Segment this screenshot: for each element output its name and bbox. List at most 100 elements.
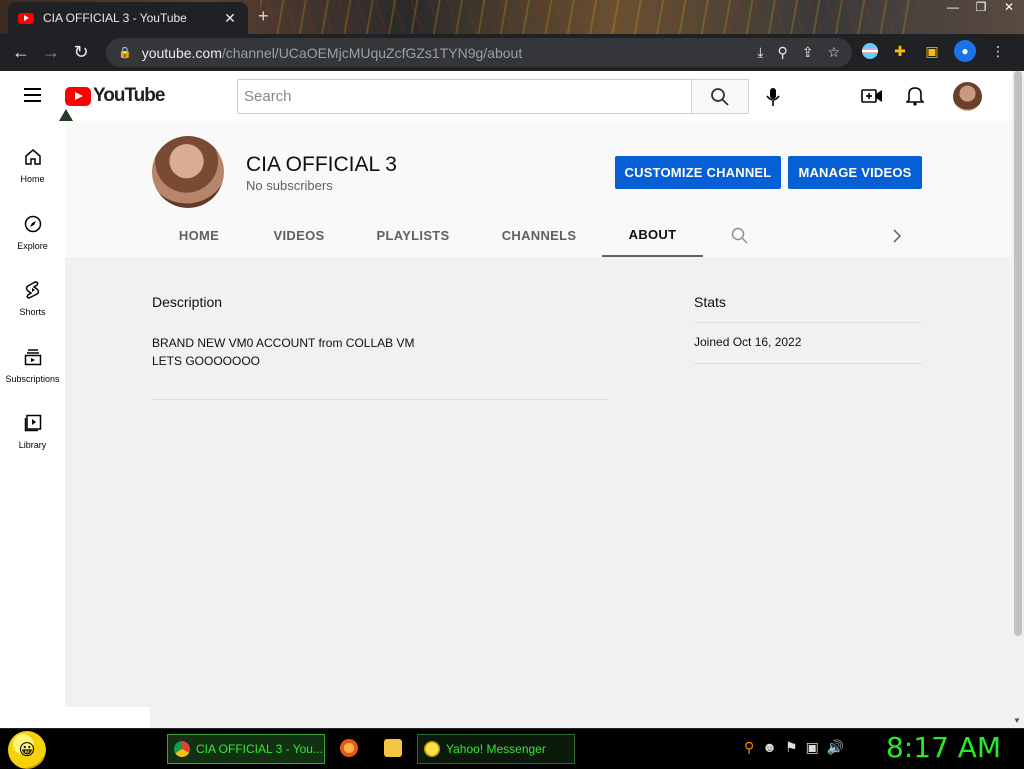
side-panel-icon[interactable]: ▣	[922, 41, 942, 61]
forward-arrow-icon[interactable]: →	[36, 42, 66, 63]
search-button[interactable]	[691, 79, 749, 114]
taskbar-chrome-window[interactable]: CIA OFFICIAL 3 - You...	[167, 734, 325, 764]
stats-heading: Stats	[694, 294, 726, 310]
close-window-icon[interactable]: ✕	[998, 0, 1020, 14]
shorts-icon	[22, 279, 44, 301]
subscriptions-icon	[22, 346, 44, 368]
divider	[694, 363, 922, 364]
lock-icon[interactable]: 🔒	[118, 46, 132, 59]
network-icon[interactable]: ▣	[806, 739, 819, 756]
pride-flag-extension-icon[interactable]	[862, 43, 878, 59]
bookmark-star-icon[interactable]: ☆	[827, 44, 840, 61]
url-host: youtube.com	[141, 44, 222, 61]
notifications-button[interactable]	[903, 84, 927, 108]
url-text[interactable]: youtube.com/channel/UCaOEMjcMUquZcfGZs1T…	[142, 45, 758, 61]
restore-icon[interactable]: ❐	[970, 0, 992, 14]
address-bar[interactable]: 🔒 youtube.com/channel/UCaOEMjcMUquZcfGZs…	[106, 38, 852, 67]
tab-close-icon[interactable]: ✕	[222, 10, 238, 27]
tab-about[interactable]: ABOUT	[602, 214, 703, 257]
sidebar-item-label: Library	[18, 440, 47, 450]
mini-guide-sidebar: Home Explore Shorts Subscriptions Librar…	[0, 121, 65, 728]
share-icon[interactable]: ⇪	[802, 44, 814, 61]
tabs-scroll-right-button[interactable]	[885, 214, 909, 257]
description-text: BRAND NEW VM0 ACCOUNT from COLLAB VM LET…	[152, 334, 415, 370]
install-app-icon[interactable]: ⤓	[757, 44, 763, 61]
yahoo-messenger-icon	[424, 741, 440, 757]
youtube-logo[interactable]: YouTube	[65, 85, 165, 107]
url-path: /channel/UCaOEMjcMUquZcfGZs1TYN9g/about	[221, 44, 523, 61]
description-heading: Description	[152, 294, 223, 310]
chrome-icon	[174, 741, 190, 757]
search-icon	[731, 227, 748, 244]
sidebar-item-subscriptions[interactable]: Subscriptions	[0, 338, 65, 398]
channel-search-button[interactable]	[725, 214, 755, 257]
bell-icon	[906, 87, 924, 106]
profile-icon[interactable]: ●	[954, 40, 976, 62]
taskbar-clock[interactable]: 8:17 AM	[886, 731, 1001, 764]
messenger-tray-icon[interactable]: ☻	[762, 739, 777, 756]
chrome-menu-icon[interactable]: ⋮	[988, 41, 1008, 61]
tab-channels[interactable]: CHANNELS	[489, 214, 589, 257]
taskbar-yahoo-label: Yahoo! Messenger	[446, 742, 546, 756]
channel-tabs: HOME VIDEOS PLAYLISTS CHANNELS ABOUT	[65, 214, 1012, 257]
browser-toolbar: ← → ↻ 🔒 youtube.com/channel/UCaOEMjcMUqu…	[0, 34, 1024, 71]
video-camera-add-icon	[861, 89, 882, 103]
joined-date: Joined Oct 16, 2022	[694, 335, 802, 349]
reload-icon[interactable]: ↻	[66, 42, 96, 63]
system-tray: ⚲ ☻ ⚑ ▣ 🔊	[744, 739, 844, 756]
page-artifact	[65, 707, 150, 728]
taskbar-chrome-label: CIA OFFICIAL 3 - You...	[196, 742, 323, 756]
sidebar-item-explore[interactable]: Explore	[0, 205, 65, 265]
microphone-icon	[766, 88, 780, 106]
account-avatar[interactable]	[953, 82, 982, 111]
tab-home[interactable]: HOME	[161, 214, 237, 257]
page-scrollbar[interactable]: ▼	[1012, 71, 1024, 728]
scroll-down-arrow-icon[interactable]: ▼	[1013, 716, 1021, 725]
divider	[152, 399, 608, 400]
sidebar-item-shorts[interactable]: Shorts	[0, 271, 65, 331]
voice-search-button[interactable]	[760, 84, 786, 110]
tab-videos[interactable]: VIDEOS	[261, 214, 337, 257]
home-icon	[22, 146, 44, 168]
chevron-right-icon	[893, 228, 902, 243]
taskbar-yahoo-messenger[interactable]: Yahoo! Messenger	[417, 734, 575, 764]
folder-icon[interactable]	[384, 739, 402, 757]
description-line: LETS GOOOOOOO	[152, 354, 261, 368]
action-center-flag-icon[interactable]: ⚑	[785, 739, 798, 756]
window-controls: — ❐ ✕	[942, 0, 1020, 14]
volume-icon[interactable]: 🔊	[827, 739, 844, 756]
subscriber-count: No subscribers	[246, 178, 333, 193]
sidebar-item-label: Home	[20, 174, 45, 184]
titlebar-wallpaper	[260, 0, 920, 34]
sidebar-item-label: Explore	[17, 241, 48, 251]
hamburger-menu-icon[interactable]	[24, 88, 41, 106]
firefox-icon[interactable]	[340, 739, 358, 757]
minimize-icon[interactable]: —	[942, 0, 964, 14]
divider	[694, 322, 922, 323]
description-line: BRAND NEW VM0 ACCOUNT from COLLAB VM	[152, 336, 415, 350]
manage-videos-button[interactable]: MANAGE VIDEOS	[788, 156, 922, 189]
create-video-button[interactable]	[860, 84, 884, 108]
tab-title: CIA OFFICIAL 3 - YouTube	[43, 11, 187, 25]
channel-avatar[interactable]	[152, 136, 224, 208]
library-icon	[22, 412, 44, 434]
compass-icon	[22, 213, 44, 235]
search-tray-icon[interactable]: ⚲	[744, 739, 754, 756]
sidebar-item-home[interactable]: Home	[0, 138, 65, 198]
extensions-puzzle-icon[interactable]: ✚	[890, 41, 910, 61]
os-taskbar: 😀 CIA OFFICIAL 3 - You... Yahoo! Messeng…	[0, 728, 1024, 769]
back-arrow-icon[interactable]: ←	[6, 42, 36, 63]
channel-header: CIA OFFICIAL 3 No subscribers CUSTOMIZE …	[65, 121, 1012, 257]
start-button-smiley-icon[interactable]: 😀	[8, 731, 46, 769]
customize-channel-button[interactable]: CUSTOMIZE CHANNEL	[615, 156, 781, 189]
youtube-wordmark: YouTube	[93, 85, 165, 106]
new-tab-button[interactable]: +	[258, 6, 269, 27]
browser-tab-youtube[interactable]: CIA OFFICIAL 3 - YouTube ✕	[8, 2, 248, 34]
youtube-favicon-icon	[18, 12, 34, 24]
youtube-page: YouTube Search Home Explore Shorts Subsc…	[0, 71, 1024, 728]
tab-playlists[interactable]: PLAYLISTS	[365, 214, 461, 257]
zoom-icon[interactable]: ⚲	[777, 44, 787, 61]
search-input[interactable]: Search	[237, 79, 692, 114]
sidebar-item-library[interactable]: Library	[0, 404, 65, 464]
scrollbar-thumb[interactable]	[1014, 71, 1022, 636]
